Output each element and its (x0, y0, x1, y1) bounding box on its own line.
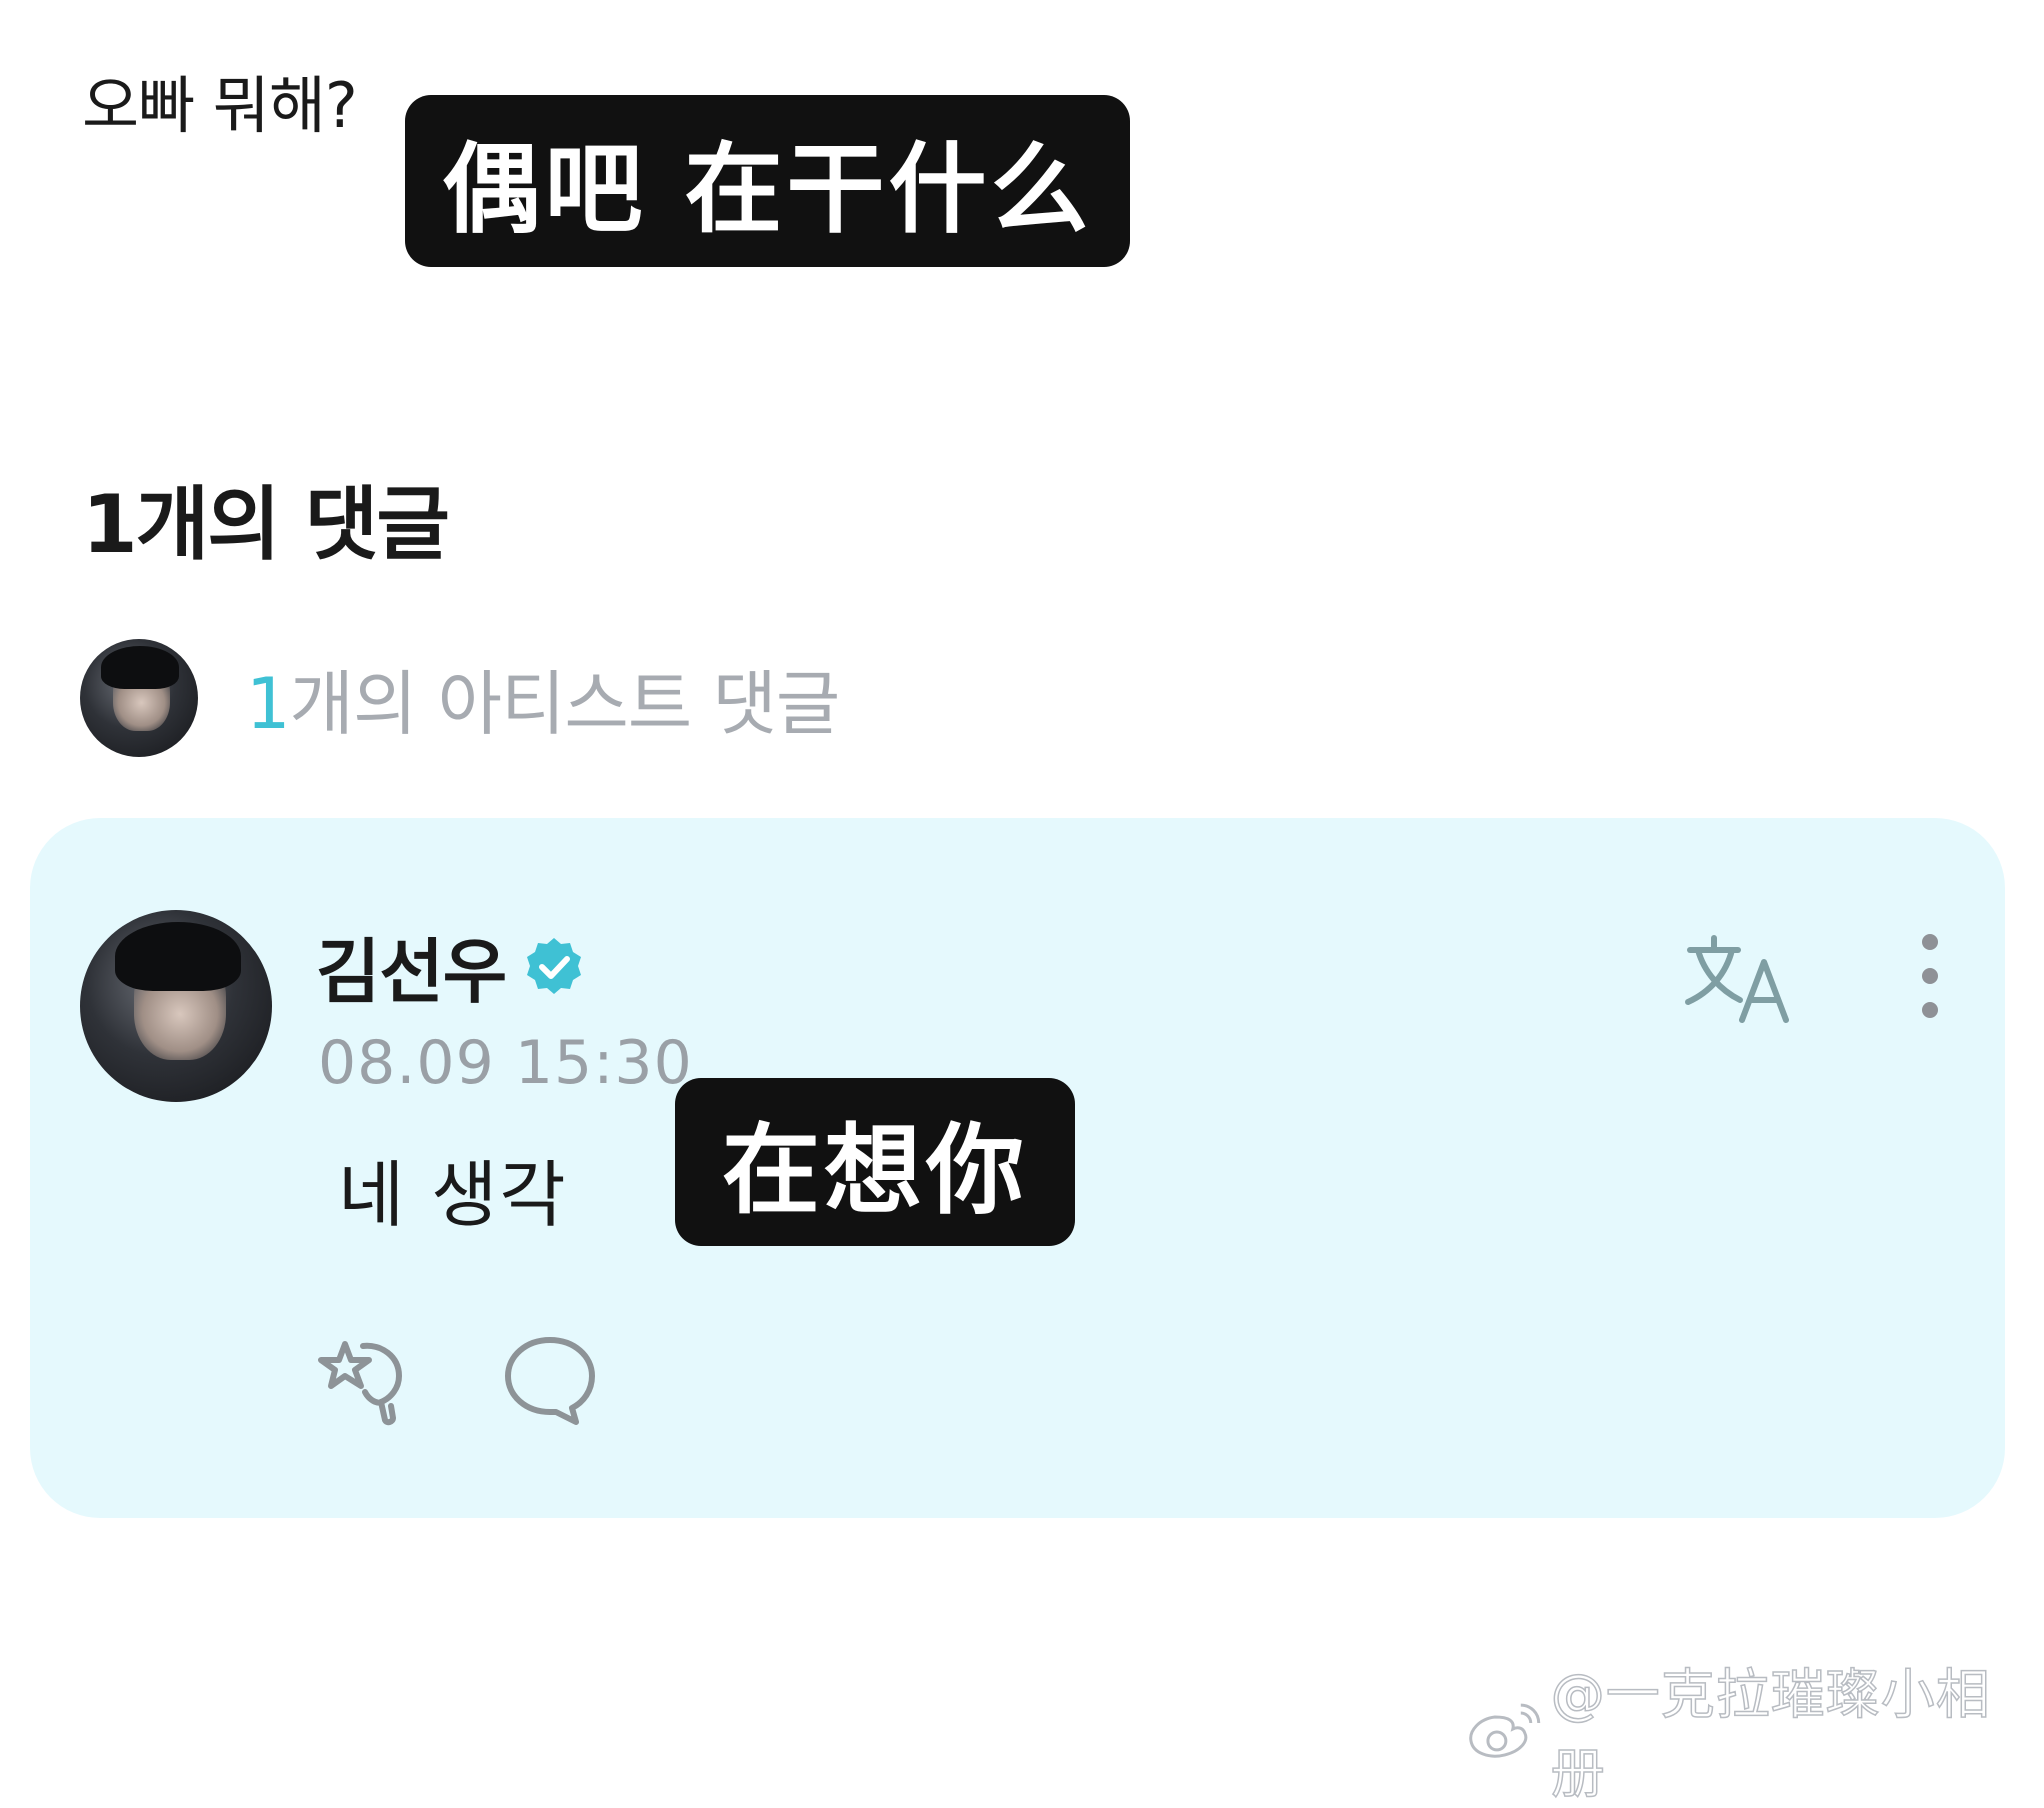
translate-icon[interactable] (1680, 928, 1800, 1028)
artist-comments-label: 1개의 아티스트 댓글 (246, 648, 841, 749)
more-vertical-icon[interactable] (1910, 928, 1950, 1028)
comments-count-title: 1개의 댓글 (82, 478, 450, 571)
translation-caption-reply: 在想你 (675, 1078, 1075, 1246)
translation-caption-post: 偶吧 在干什么 (405, 95, 1130, 267)
artist-comments-count: 1 (246, 662, 291, 745)
comment-author-avatar[interactable] (80, 910, 272, 1102)
verified-badge-icon (527, 937, 582, 994)
artist-avatar-small (80, 639, 198, 757)
artist-comments-summary[interactable]: 1개의 아티스트 댓글 (80, 639, 841, 757)
watermark: @一克拉璀璨小相册 (1465, 1650, 2044, 1808)
artist-comments-text: 개의 아티스트 댓글 (289, 662, 841, 745)
comment-body: 네 생각 (338, 1153, 568, 1237)
watermark-text: @一克拉璀璨小相册 (1550, 1662, 1991, 1806)
star-like-icon[interactable] (315, 1328, 415, 1428)
comment-author[interactable]: 김선우 (316, 916, 586, 1017)
post-text: 오빠 뭐해? (82, 69, 358, 142)
weibo-icon (1469, 1703, 1541, 1758)
speech-bubble-icon[interactable] (500, 1328, 600, 1428)
comment-author-name: 김선우 (316, 931, 507, 1013)
comment-timestamp: 08.09 15:30 (318, 1028, 693, 1098)
